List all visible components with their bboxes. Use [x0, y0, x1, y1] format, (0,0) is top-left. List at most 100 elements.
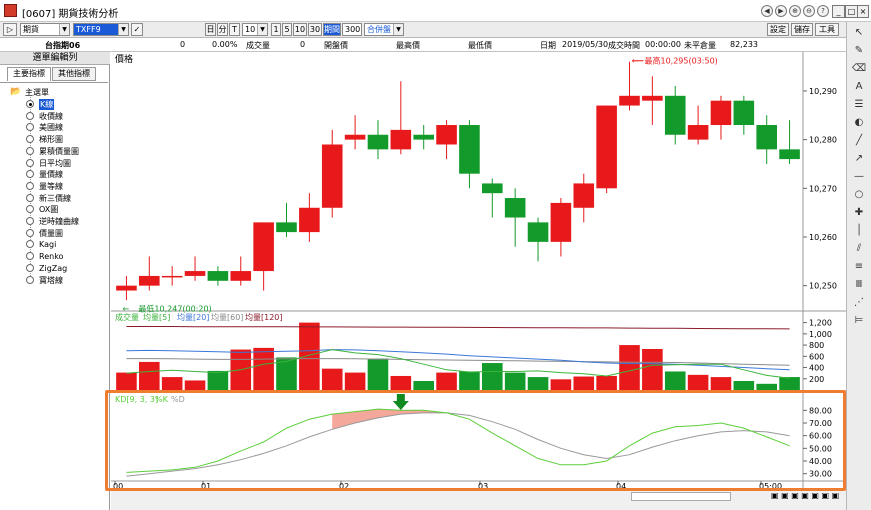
tree-item[interactable]: 量價線 [0, 169, 108, 180]
zoom-in-icon[interactable]: ⊕ [789, 5, 801, 17]
tree-item[interactable]: Kagi [0, 239, 108, 250]
candle-body [253, 222, 274, 272]
minute-10-button[interactable]: 10 [293, 23, 307, 36]
next-icon[interactable]: ▶ [775, 5, 787, 17]
volume-tick-label: 1,200 [809, 319, 832, 328]
period-day-button[interactable]: 日 [205, 23, 216, 36]
pencil-icon[interactable]: ✎ [851, 44, 867, 58]
channel-icon[interactable]: ⫽ [851, 242, 867, 256]
checkbox[interactable]: ✓ [131, 23, 143, 36]
cross-icon[interactable]: ✚ [851, 206, 867, 220]
date-value: 2019/05/30 [562, 40, 609, 49]
tree-item[interactable]: ZigZag [0, 263, 108, 274]
radio-icon[interactable] [26, 123, 34, 132]
tree-item[interactable]: 逆時鐘曲線 [0, 216, 108, 227]
radio-icon[interactable] [26, 181, 34, 190]
trend-line-icon[interactable]: ╱ [851, 134, 867, 148]
help-icon[interactable]: ? [817, 5, 829, 17]
fan-icon[interactable]: ⋰ [851, 296, 867, 310]
tree-item[interactable]: 新三價線 [0, 193, 108, 204]
interval-input[interactable]: 300 [342, 23, 362, 36]
close-button[interactable]: × [857, 5, 869, 18]
tools-button[interactable]: 工具 [815, 23, 839, 36]
tree-item[interactable]: 量等線 [0, 181, 108, 192]
period-lines-icon[interactable]: ⊨ [851, 314, 867, 328]
radio-icon[interactable] [26, 228, 34, 237]
horizontal-line-icon[interactable]: — [851, 170, 867, 184]
low-annotation: 最低10,247(00:20) [138, 303, 211, 313]
tree-item[interactable]: 寶塔線 [0, 275, 108, 286]
tree-item[interactable]: 累積價量圖 [0, 146, 108, 157]
zoom-out-icon[interactable]: ⊖ [803, 5, 815, 17]
radio-icon[interactable] [26, 217, 34, 225]
radio-icon[interactable] [26, 193, 34, 202]
time-value: 00:00:00 [645, 40, 681, 49]
zoom-controls[interactable]: ▣ ▣ ▣ ▣ ▣ ▣ ▣ [771, 491, 839, 500]
radio-icon[interactable] [26, 135, 34, 144]
symbol-select[interactable]: TXFF9 ▼ [73, 23, 129, 36]
play-icon[interactable]: ▷ [3, 23, 17, 36]
period-tick-button[interactable]: T [229, 23, 240, 36]
radio-icon[interactable] [26, 205, 34, 214]
tree-item-label: 美國線 [39, 123, 63, 133]
candle-body [504, 198, 526, 218]
candle-body [116, 285, 137, 291]
radio-icon[interactable] [26, 170, 34, 179]
vertical-line-icon[interactable]: │ [851, 224, 867, 238]
cursor-icon[interactable]: ↖ [851, 26, 867, 40]
tree-item[interactable]: K線 [0, 99, 108, 110]
tree-item[interactable]: 美國線 [0, 122, 108, 133]
horizontal-lines-icon[interactable]: ☰ [851, 98, 867, 112]
period-value: 10 [245, 25, 256, 34]
eraser-icon[interactable]: ⌫ [851, 62, 867, 76]
tree-item[interactable]: 價量圖 [0, 228, 108, 239]
symbol-value: TXFF9 [76, 25, 101, 34]
radio-icon[interactable] [26, 111, 34, 120]
minute-1-button[interactable]: 1 [271, 23, 281, 36]
candle-body [139, 275, 160, 286]
drawing-toolbar: ↖ ✎ ⌫ A ☰ ◐ ╱ ↗ — ○ ✚ │ ⫽ ≡ Ⅲ ⋰ ⊨ [846, 22, 871, 510]
tree-item[interactable]: 收價線 [0, 111, 108, 122]
fibonacci-icon[interactable]: ≡ [851, 260, 867, 274]
palette-icon[interactable]: ◐ [851, 116, 867, 130]
radio-icon[interactable] [26, 252, 34, 261]
radio-icon[interactable] [26, 100, 34, 108]
volume-bar [207, 370, 229, 390]
tab-main-indicators[interactable]: 主要指標 [7, 67, 51, 81]
circle-icon[interactable]: ○ [851, 188, 867, 202]
price-tick-label: 10,290 [809, 87, 837, 96]
high-annotation: 最高10,295(03:50) [645, 56, 718, 66]
radio-icon[interactable] [26, 263, 34, 272]
combine-mode-select[interactable]: 合併盤 ▼ [364, 23, 404, 36]
app-icon [4, 4, 17, 17]
radio-icon[interactable] [26, 158, 34, 167]
candle-body [459, 125, 480, 174]
period-value-select[interactable]: 10 ▼ [242, 23, 268, 36]
tree-item[interactable]: Renko [0, 251, 108, 262]
grid-lines-icon[interactable]: Ⅲ [851, 278, 867, 292]
tree-item[interactable]: OX圖 [0, 204, 108, 215]
market-select[interactable]: 期貨 ▼ [20, 23, 70, 36]
volume-bar [390, 375, 412, 390]
text-tool-icon[interactable]: A [851, 80, 867, 94]
radio-icon[interactable] [26, 240, 34, 249]
time-scrollbar[interactable] [631, 492, 731, 501]
volume-legend-entry: 均量[60] [211, 312, 243, 322]
period-minute-button[interactable]: 分 [217, 23, 228, 36]
radio-icon[interactable] [26, 146, 34, 155]
settings-button[interactable]: 設定 [767, 23, 789, 36]
ray-line-icon[interactable]: ↗ [851, 152, 867, 166]
tree-item-label: 量價線 [39, 170, 63, 180]
tree-root[interactable]: 📂 主選單 [0, 87, 108, 98]
minute-5-button[interactable]: 5 [282, 23, 292, 36]
tree-item[interactable]: 梯形圖 [0, 134, 108, 145]
tab-other-indicators[interactable]: 其他指標 [52, 67, 96, 81]
tree-item[interactable]: 日平均圖 [0, 158, 108, 169]
minimize-button[interactable]: _ [832, 5, 845, 18]
save-button[interactable]: 儲存 [791, 23, 813, 36]
radio-icon[interactable] [26, 275, 34, 284]
prev-icon[interactable]: ◀ [761, 5, 773, 17]
minute-30-button[interactable]: 30 [308, 23, 322, 36]
tree-item-label: Kagi [39, 240, 57, 250]
volume-bar [779, 377, 800, 390]
